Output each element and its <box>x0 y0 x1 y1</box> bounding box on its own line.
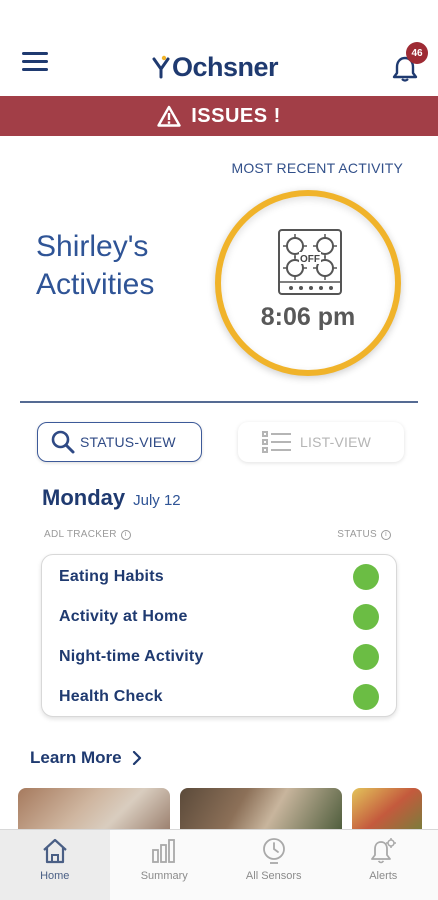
ochsner-logo: Ochsner <box>152 51 279 82</box>
adl-row-label: Activity at Home <box>59 608 188 625</box>
search-icon <box>51 430 75 454</box>
article-photo-3[interactable] <box>352 788 422 830</box>
learn-more-label: Learn More <box>30 748 122 767</box>
adl-tracker-label: ADL TRACKER <box>44 529 117 540</box>
adl-row-label: Night-time Activity <box>59 648 204 665</box>
status-dot <box>353 564 379 590</box>
status-dot <box>353 604 379 630</box>
stove-off-label: OFF <box>300 254 320 265</box>
stove-icon: OFF <box>278 229 342 295</box>
adl-row-activity-at-home[interactable]: Activity at Home <box>42 597 396 637</box>
adl-tracker-header: ADL TRACKER i <box>44 529 131 540</box>
status-header: STATUS i <box>337 529 391 540</box>
adl-row-eating-habits[interactable]: Eating Habits <box>42 557 396 597</box>
activities-title-line2: Activities <box>36 268 155 301</box>
status-dot <box>353 684 379 710</box>
day-date: July 12 <box>133 492 181 509</box>
issues-banner[interactable]: ISSUES ! <box>0 96 438 136</box>
status-view-button[interactable]: STATUS-VIEW <box>37 422 202 462</box>
clock-icon <box>262 838 285 864</box>
issues-label: ISSUES ! <box>191 104 281 127</box>
nav-all-sensors-label: All Sensors <box>245 870 302 882</box>
adl-tracker-card: Eating Habits Activity at Home Night-tim… <box>41 554 397 717</box>
list-icon <box>262 431 291 453</box>
bell-gear-icon <box>371 838 397 864</box>
warning-icon <box>157 105 181 127</box>
day-name: Monday <box>42 485 126 510</box>
activities-title-line1: Shirley's <box>36 230 149 263</box>
alerts-count-badge: 46 <box>406 42 428 64</box>
nav-summary[interactable]: Summary <box>110 830 220 900</box>
adl-row-label: Health Check <box>59 688 163 705</box>
nav-home-label: Home <box>40 870 70 882</box>
status-label: STATUS <box>337 529 377 540</box>
logo-text: Ochsner <box>172 51 279 82</box>
list-view-button[interactable]: LIST-VIEW <box>238 422 404 462</box>
hamburger-menu-icon[interactable] <box>22 52 48 72</box>
learn-more-link[interactable]: Learn More <box>30 748 142 768</box>
day-heading: Monday July 12 <box>42 485 181 511</box>
status-dot <box>353 644 379 670</box>
info-icon[interactable]: i <box>381 529 391 540</box>
recent-activity-circle[interactable]: OFF 8:06 pm <box>215 190 401 376</box>
nav-summary-label: Summary <box>140 870 188 882</box>
nav-home[interactable]: Home <box>0 830 110 900</box>
adl-row-night-time-activity[interactable]: Night-time Activity <box>42 637 396 677</box>
learn-more-carousel <box>0 788 438 830</box>
bottom-navigation: Home Summary All Sensors Alerts <box>0 829 438 900</box>
activities-title: Shirley's Activities <box>36 228 154 304</box>
article-photo-2[interactable] <box>180 788 342 830</box>
section-divider <box>20 401 418 403</box>
notifications-button[interactable]: 46 <box>390 42 428 84</box>
list-view-label: LIST-VIEW <box>300 434 372 450</box>
bar-chart-icon <box>152 839 176 863</box>
ochsner-logo-mark-icon <box>152 55 170 79</box>
nav-alerts-label: Alerts <box>369 870 398 882</box>
adl-row-label: Eating Habits <box>59 568 164 585</box>
app-header: Ochsner 46 <box>0 30 438 94</box>
most-recent-activity-label: MOST RECENT ACTIVITY <box>231 160 403 176</box>
info-icon[interactable]: i <box>120 529 131 540</box>
nav-all-sensors[interactable]: All Sensors <box>219 830 329 900</box>
home-icon <box>43 838 67 864</box>
chevron-right-icon <box>132 751 141 765</box>
nav-alerts[interactable]: Alerts <box>329 830 438 900</box>
adl-row-health-check[interactable]: Health Check <box>42 677 396 717</box>
status-view-label: STATUS-VIEW <box>80 434 176 450</box>
activity-time: 8:06 pm <box>260 303 356 331</box>
article-photo-1[interactable] <box>18 788 170 830</box>
